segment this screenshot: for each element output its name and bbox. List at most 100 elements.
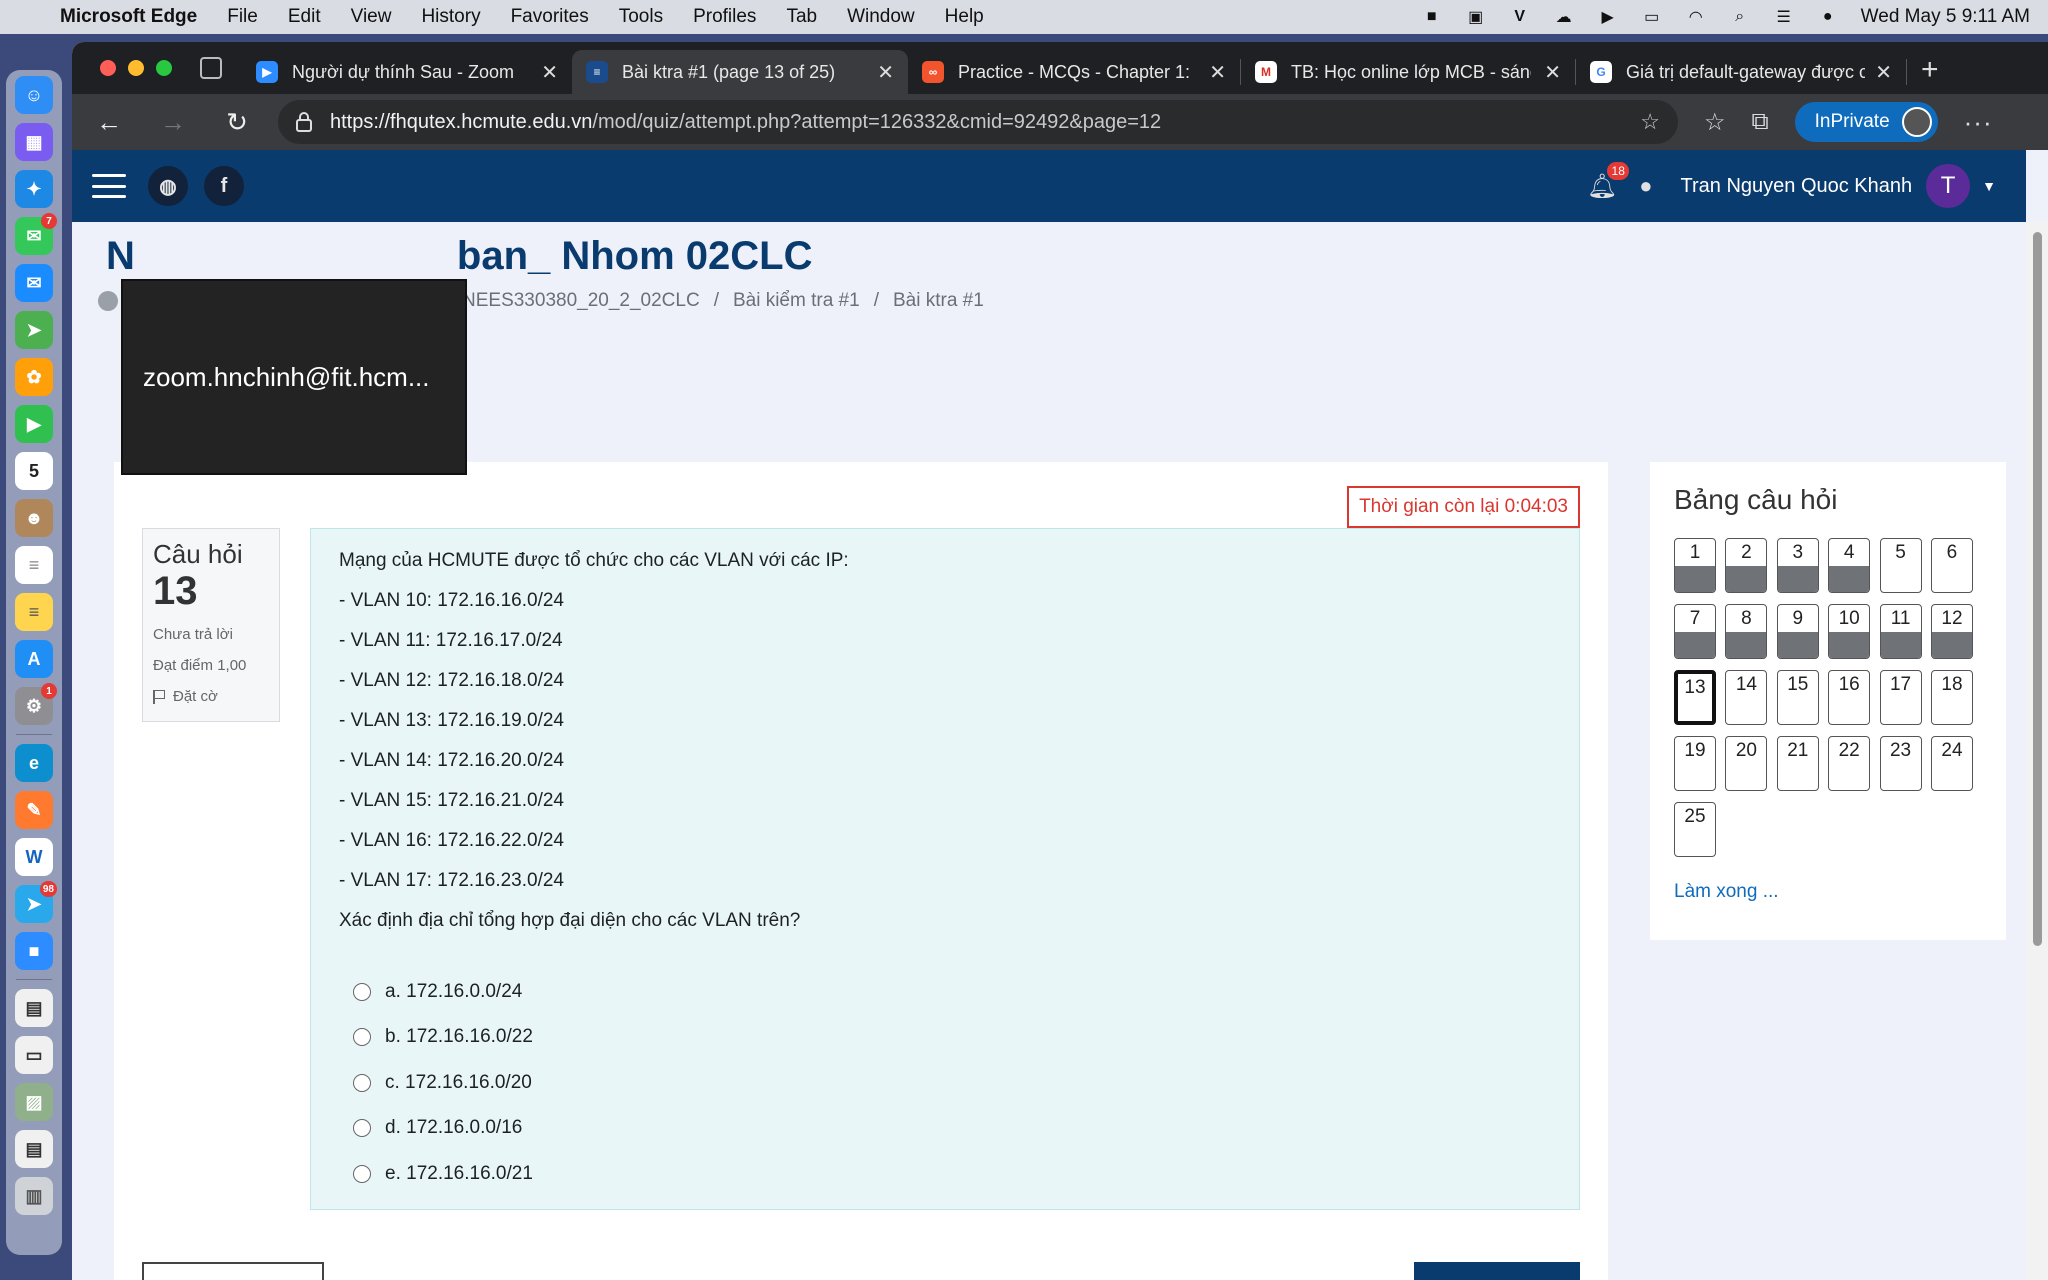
answer-option-c[interactable]: c. 172.16.16.0/20 (339, 1060, 1551, 1106)
finish-attempt-link[interactable]: Làm xong ... (1674, 881, 1982, 903)
file-preview-icon[interactable]: ▤ (15, 1130, 53, 1168)
breadcrumb-quiz[interactable]: Bài ktra #1 (893, 290, 984, 312)
answer-option-e[interactable]: e. 172.16.16.0/21 (339, 1151, 1551, 1197)
trash-icon[interactable]: ▥ (15, 1177, 53, 1215)
question-nav-button[interactable]: 20 (1725, 736, 1768, 791)
user-avatar[interactable]: T (1926, 164, 1971, 208)
question-nav-button[interactable]: 18 (1930, 670, 1973, 725)
question-nav-button[interactable]: 22 (1828, 736, 1871, 791)
cloud-status-icon[interactable]: ☁ (1553, 8, 1575, 26)
menu-favorites[interactable]: Favorites (511, 6, 589, 28)
globe-icon[interactable]: ◍ (148, 166, 188, 206)
user-name[interactable]: Tran Nguyen Quoc Khanh (1681, 175, 1913, 198)
maximize-window-icon[interactable] (156, 60, 172, 76)
close-tab-icon[interactable]: ✕ (1534, 60, 1561, 85)
question-nav-button[interactable]: 13 (1674, 670, 1716, 725)
scrollbar-thumb[interactable] (2033, 232, 2042, 946)
breadcrumb-section[interactable]: Bài kiểm tra #1 (733, 290, 860, 312)
question-nav-button[interactable]: 9 (1776, 604, 1819, 659)
forward-button[interactable]: → (158, 107, 188, 137)
pencil-app-icon[interactable]: ✎ (15, 791, 53, 829)
lock-icon[interactable] (296, 112, 312, 132)
close-tab-icon[interactable]: ✕ (531, 60, 558, 85)
menu-window[interactable]: Window (847, 6, 915, 28)
question-nav-button[interactable]: 12 (1930, 604, 1973, 659)
flag-question-button[interactable]: Đặt cờ (153, 688, 269, 705)
spotlight-search-icon[interactable]: ⌕ (1729, 8, 1751, 26)
inprivate-button[interactable]: InPrivate (1794, 102, 1938, 142)
previous-page-button[interactable] (142, 1262, 324, 1280)
disk-status-icon[interactable]: ▣ (1465, 8, 1487, 26)
notification-bell-icon[interactable]: 🔔︎ 18 (1587, 161, 1630, 201)
mail-icon[interactable]: ✉ (15, 264, 53, 302)
reminders-icon[interactable]: ≡ (15, 546, 53, 584)
chevron-down-icon[interactable]: ▼ (1982, 178, 1996, 194)
reload-button[interactable]: ↻ (222, 107, 252, 137)
play-status-icon[interactable]: ▶ (1597, 8, 1619, 26)
screenshot-icon[interactable]: ▭ (15, 1036, 53, 1074)
contacts-icon[interactable]: ☻ (15, 499, 53, 537)
tab-practice[interactable]: ∞ Practice - MCQs - Chapter 1: A ✕ (908, 50, 1240, 94)
tab-actions-icon[interactable] (200, 57, 222, 79)
menu-help[interactable]: Help (945, 6, 984, 28)
question-nav-button[interactable]: 17 (1879, 670, 1922, 725)
question-nav-button[interactable]: 23 (1879, 736, 1922, 791)
question-nav-button[interactable]: 1 (1674, 538, 1716, 593)
question-nav-button[interactable]: 15 (1776, 670, 1819, 725)
menu-history[interactable]: History (421, 6, 480, 28)
back-button[interactable]: ← (94, 107, 124, 137)
menu-app-name[interactable]: Microsoft Edge (60, 6, 197, 28)
menu-tab[interactable]: Tab (786, 6, 817, 28)
safari-icon[interactable]: ✦ (15, 170, 53, 208)
document-icon[interactable]: ▤ (15, 989, 53, 1027)
question-nav-button[interactable]: 14 (1725, 670, 1768, 725)
zoom-icon[interactable]: ■ (15, 932, 53, 970)
tab-quiz-active[interactable]: ≡ Bài ktra #1 (page 13 of 25) ✕ (572, 50, 908, 94)
tab-google[interactable]: G Giá trị default-gateway được c ✕ (1576, 50, 1906, 94)
answer-option-b[interactable]: b. 172.16.16.0/22 (339, 1015, 1551, 1061)
close-tab-icon[interactable]: ✕ (1199, 60, 1226, 85)
close-tab-icon[interactable]: ✕ (867, 60, 894, 85)
notes-icon[interactable]: ≡ (15, 593, 53, 631)
word-icon[interactable]: W (15, 838, 53, 876)
more-menu-icon[interactable]: ··· (1964, 107, 1993, 138)
breadcrumb-course[interactable]: NEES330380_20_2_02CLC (462, 290, 700, 312)
close-tab-icon[interactable]: ✕ (1865, 60, 1892, 85)
question-nav-button[interactable]: 11 (1879, 604, 1922, 659)
image-preview-icon[interactable]: ▨ (15, 1083, 53, 1121)
radio-button[interactable] (353, 1028, 371, 1047)
menu-tools[interactable]: Tools (619, 6, 663, 28)
radio-button[interactable] (353, 1164, 371, 1183)
v-status-icon[interactable]: V (1509, 8, 1531, 26)
dashboard-icon[interactable] (98, 291, 118, 311)
finder-icon[interactable]: ☺ (15, 76, 53, 114)
add-favorite-icon[interactable]: ☆ (1640, 109, 1660, 135)
menu-profiles[interactable]: Profiles (693, 6, 756, 28)
messages-chat-icon[interactable]: ● (1639, 173, 1652, 199)
url-bar[interactable]: https:// fhqutex.hcmute.edu.vn /mod/quiz… (278, 100, 1678, 144)
launchpad-icon[interactable]: ▦ (15, 123, 53, 161)
wifi-icon[interactable]: ◠ (1685, 8, 1707, 26)
question-nav-button[interactable]: 7 (1674, 604, 1716, 659)
favorites-icon[interactable]: ☆ (1704, 108, 1726, 137)
menubar-clock[interactable]: Wed May 5 9:11 AM (1861, 6, 2030, 28)
hamburger-menu-icon[interactable] (92, 174, 126, 198)
control-center-icon[interactable]: ☰ (1773, 8, 1795, 26)
battery-icon[interactable]: ▭ (1641, 8, 1663, 26)
edge-icon[interactable]: e (15, 744, 53, 782)
question-nav-button[interactable]: 21 (1776, 736, 1819, 791)
facetime-icon[interactable]: ▶ (15, 405, 53, 443)
telegram-icon[interactable]: ➤ 98 (15, 881, 57, 923)
photos-icon[interactable]: ✿ (15, 358, 53, 396)
question-nav-button[interactable]: 6 (1930, 538, 1973, 593)
question-nav-button[interactable]: 25 (1674, 802, 1716, 857)
app-store-icon[interactable]: A (15, 640, 53, 678)
maps-icon[interactable]: ➤ (15, 311, 53, 349)
radio-button[interactable] (353, 982, 371, 1001)
calendar-icon[interactable]: 5 (15, 452, 53, 490)
facebook-icon[interactable]: f (204, 166, 244, 206)
question-nav-button[interactable]: 5 (1879, 538, 1922, 593)
question-nav-button[interactable]: 4 (1828, 538, 1871, 593)
answer-option-a[interactable]: a. 172.16.0.0/24 (339, 969, 1551, 1015)
question-nav-button[interactable]: 24 (1930, 736, 1973, 791)
